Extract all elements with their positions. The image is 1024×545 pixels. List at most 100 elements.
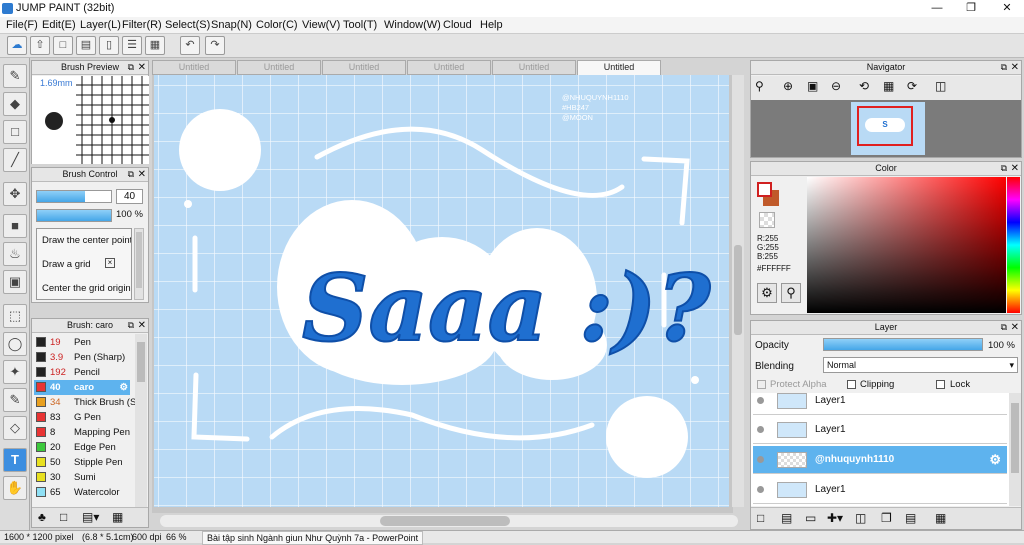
float-icon[interactable]: ⧉ bbox=[128, 61, 134, 74]
menu-help[interactable]: Help bbox=[480, 19, 503, 31]
canvas-horizontal-scrollbar[interactable] bbox=[160, 515, 738, 527]
float-icon[interactable]: ⧉ bbox=[128, 168, 134, 181]
new-layer-icon[interactable]: □ bbox=[757, 511, 764, 525]
panel-close-icon[interactable]: ✕ bbox=[1011, 61, 1019, 74]
brush-item[interactable]: 34 Thick Brush (S bbox=[34, 395, 136, 410]
minimize-icon[interactable]: — bbox=[920, 0, 954, 17]
fit-window-icon[interactable]: ▣ bbox=[807, 79, 818, 93]
flip-icon[interactable]: ◫ bbox=[935, 79, 946, 93]
zoom-out-icon[interactable]: ⊖ bbox=[831, 79, 841, 93]
visibility-icon[interactable] bbox=[757, 486, 764, 493]
tab-untitled-4[interactable]: Untitled bbox=[407, 60, 491, 75]
color-saturation-field[interactable] bbox=[807, 177, 1006, 313]
option-draw-grid[interactable]: Draw a grid bbox=[42, 259, 91, 270]
tab-untitled-active[interactable]: Untitled bbox=[577, 60, 661, 76]
grid-settings-icon[interactable]: ▦ bbox=[145, 36, 165, 55]
tab-untitled-2[interactable]: Untitled bbox=[237, 60, 321, 75]
viewport-rectangle[interactable]: S bbox=[857, 106, 913, 146]
foreground-color-swatch[interactable] bbox=[757, 182, 772, 197]
reset-view-icon[interactable]: ▦ bbox=[883, 79, 894, 93]
undo-icon[interactable]: ↶ bbox=[180, 36, 200, 55]
brush-item[interactable]: 83 G Pen bbox=[34, 410, 130, 425]
panel-close-icon[interactable]: ✕ bbox=[1011, 321, 1019, 334]
visibility-icon[interactable] bbox=[757, 426, 764, 433]
lock-checkbox[interactable] bbox=[936, 380, 945, 389]
float-icon[interactable]: ⧉ bbox=[1001, 61, 1007, 74]
share-icon[interactable]: ⇧ bbox=[30, 36, 50, 55]
menu-view[interactable]: View(V) bbox=[302, 19, 340, 31]
rotate-left-icon[interactable]: ⟲ bbox=[859, 79, 869, 93]
delete-layer-icon[interactable]: ▦ bbox=[935, 511, 946, 525]
redo-icon[interactable]: ↷ bbox=[205, 36, 225, 55]
menu-tool[interactable]: Tool(T) bbox=[343, 19, 377, 31]
panel-close-icon[interactable]: ✕ bbox=[1011, 162, 1019, 175]
drawing-canvas[interactable]: Saaa :)? @NHUQUYNH1110 #HB247 @MOON bbox=[152, 75, 733, 513]
layer-row[interactable]: Layer1 bbox=[753, 393, 1007, 415]
layer-row[interactable]: Layer1 bbox=[753, 476, 1007, 504]
layer-scrollbar[interactable] bbox=[1009, 393, 1021, 506]
new-brush-icon[interactable]: □ bbox=[60, 510, 67, 524]
close-icon[interactable]: ✕ bbox=[990, 0, 1024, 17]
options-scrollbar[interactable] bbox=[134, 228, 144, 300]
brush-list-scrollbar[interactable] bbox=[135, 334, 147, 514]
menu-select[interactable]: Select(S) bbox=[165, 19, 210, 31]
brush-size-value[interactable]: 40 bbox=[116, 189, 143, 204]
brush-size-slider[interactable] bbox=[36, 190, 112, 203]
transparent-swatch[interactable] bbox=[759, 212, 775, 228]
merge-layer-icon[interactable]: ▤ bbox=[905, 511, 916, 525]
folder-icon[interactable]: ◫ bbox=[855, 511, 866, 525]
panel-close-icon[interactable]: ✕ bbox=[138, 61, 146, 74]
clipping-checkbox[interactable] bbox=[847, 380, 856, 389]
visibility-icon[interactable] bbox=[757, 397, 764, 404]
float-icon[interactable]: ⧉ bbox=[128, 319, 134, 332]
brush-item[interactable]: 3.9 Pen (Sharp) bbox=[34, 350, 130, 365]
select-eraser-tool-icon[interactable]: ◇ bbox=[3, 416, 27, 440]
select-pen-tool-icon[interactable]: ✎ bbox=[3, 388, 27, 412]
draw-grid-checkbox[interactable]: × bbox=[105, 258, 115, 268]
layer-row-selected[interactable]: @nhuquynh1110 ⚙ bbox=[753, 446, 1007, 474]
protect-alpha-checkbox[interactable] bbox=[757, 380, 766, 389]
brush-item[interactable]: 8 Mapping Pen bbox=[34, 425, 130, 440]
tab-untitled-3[interactable]: Untitled bbox=[322, 60, 406, 75]
layer-opacity-slider[interactable] bbox=[823, 338, 983, 351]
chat-icon[interactable]: ▤ bbox=[76, 36, 96, 55]
hue-slider[interactable] bbox=[1007, 177, 1020, 313]
menu-layer[interactable]: Layer(L) bbox=[80, 19, 121, 31]
float-icon[interactable]: ⧉ bbox=[1001, 162, 1007, 175]
menu-cloud[interactable]: Cloud bbox=[443, 19, 472, 31]
panel-close-icon[interactable]: ✕ bbox=[138, 168, 146, 181]
eraser-tool-icon[interactable]: ◆ bbox=[3, 92, 27, 116]
eyedropper-icon[interactable]: ⚲ bbox=[781, 283, 801, 303]
move-tool-icon[interactable]: ✥ bbox=[3, 182, 27, 206]
option-draw-center[interactable]: Draw the center point bbox=[42, 235, 131, 246]
menu-file[interactable]: File(F) bbox=[6, 19, 38, 31]
brush-item[interactable]: 20 Edge Pen bbox=[34, 440, 130, 455]
menu-color[interactable]: Color(C) bbox=[256, 19, 298, 31]
palette-icon[interactable]: ⚙ bbox=[757, 283, 777, 303]
fill-rect-tool-icon[interactable]: ■ bbox=[3, 214, 27, 238]
tab-untitled-1[interactable]: Untitled bbox=[152, 60, 236, 75]
hand-tool-icon[interactable]: ✋ bbox=[3, 476, 27, 500]
panel-close-icon[interactable]: ✕ bbox=[138, 319, 146, 332]
menu-filter[interactable]: Filter(R) bbox=[122, 19, 162, 31]
line-tool-icon[interactable]: ╱ bbox=[3, 148, 27, 172]
comment-icon[interactable]: □ bbox=[53, 36, 73, 55]
brush-item[interactable]: 19 Pen bbox=[34, 335, 130, 350]
magic-wand-tool-icon[interactable]: ✦ bbox=[3, 360, 27, 384]
brush-item[interactable]: 50 Stipple Pen bbox=[34, 455, 130, 470]
blending-select[interactable]: Normal ▾ bbox=[823, 357, 1018, 373]
duplicate-layer-icon[interactable]: ❐ bbox=[881, 511, 892, 525]
menu-edit[interactable]: Edit(E) bbox=[42, 19, 76, 31]
brush-item[interactable]: 65 Watercolor bbox=[34, 485, 130, 500]
brush-menu-icon[interactable]: ▤▾ bbox=[82, 510, 99, 524]
lasso-tool-icon[interactable]: ◯ bbox=[3, 332, 27, 356]
add-layer-menu-icon[interactable]: ✚▾ bbox=[827, 511, 843, 525]
layer-settings-icon[interactable]: ⚙ bbox=[989, 452, 1001, 468]
rectangle-tool-icon[interactable]: □ bbox=[3, 120, 27, 144]
rotate-right-icon[interactable]: ⟳ bbox=[907, 79, 917, 93]
select-rect-tool-icon[interactable]: ⬚ bbox=[3, 304, 27, 328]
visibility-icon[interactable] bbox=[757, 456, 764, 463]
brush-settings-icon[interactable]: ⚙ bbox=[119, 380, 128, 395]
brush-item[interactable]: 30 Sumi bbox=[34, 470, 130, 485]
pen-tool-icon[interactable]: ✎ bbox=[3, 64, 27, 88]
